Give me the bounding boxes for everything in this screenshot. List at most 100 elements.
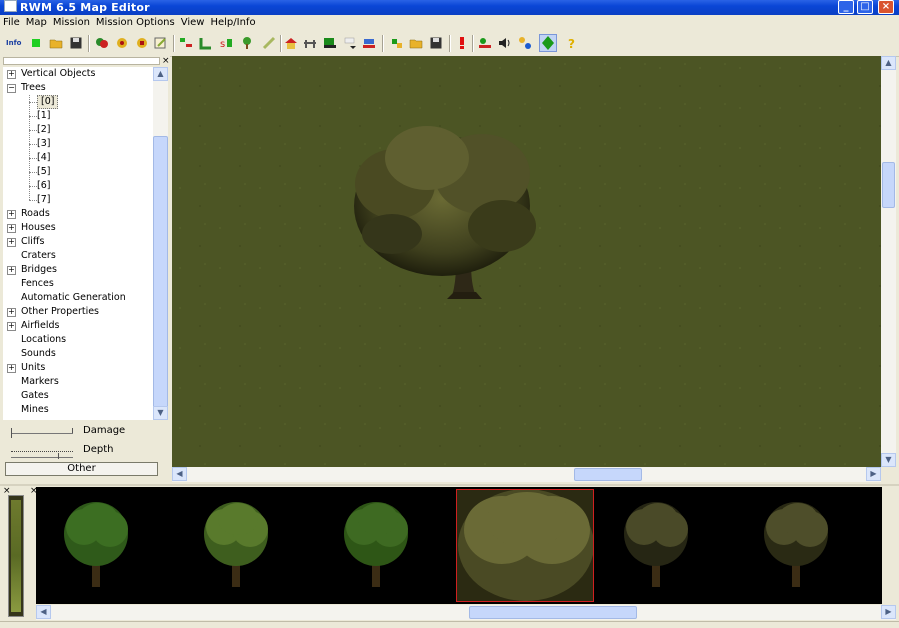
tree-item-category[interactable]: + Vertical Objects [3,67,153,81]
tree-thumbnail[interactable] [596,489,734,602]
scroll-left-button[interactable]: ◀ [36,605,51,619]
scroll-right-button[interactable]: ▶ [866,467,881,481]
tool-icon[interactable] [135,36,149,50]
tool-icon[interactable] [362,36,376,50]
other-button[interactable]: Other [5,462,158,476]
slider-handle[interactable] [11,428,12,438]
collapse-icon[interactable]: − [7,84,16,93]
tree-item-category[interactable]: Locations [3,333,153,347]
tool-icon[interactable] [115,36,129,50]
tree-item-category[interactable]: Mines [3,403,153,417]
open-folder-icon[interactable] [49,36,63,50]
scroll-thumb[interactable] [574,468,642,481]
sound-icon[interactable] [498,36,512,50]
scroll-down-button[interactable]: ▼ [881,453,896,467]
panel-close-icon[interactable]: × [162,56,170,66]
scroll-right-button[interactable]: ▶ [881,605,896,619]
expand-icon[interactable]: + [7,266,16,275]
tree-thumbnail[interactable] [876,489,882,602]
menu-file[interactable]: File [0,15,23,31]
menu-view[interactable]: View [178,15,208,31]
tree-item-tree-variant[interactable]: [1] [3,109,153,123]
dock-divider[interactable] [0,484,899,486]
tree-item-tree-variant[interactable]: [5] [3,165,153,179]
tree-item-category[interactable]: Gates [3,389,153,403]
tree-view[interactable]: + Vertical Objects − Trees [0] [1] [2] [3] [4] [5… [3,67,153,420]
tree-scrollbar[interactable]: ▲ ▼ [153,67,168,420]
tree-item-category[interactable]: Craters [3,249,153,263]
tool-icon[interactable]: s [220,36,234,50]
map-vertical-scrollbar[interactable]: ▲ ▼ [881,56,896,467]
tree-item-category[interactable]: + Houses [3,221,153,235]
fence-icon[interactable] [303,36,317,50]
scroll-up-button[interactable]: ▲ [881,56,896,70]
tool-icon[interactable] [179,36,193,50]
tree-item-category[interactable]: Fences [3,277,153,291]
damage-slider[interactable] [11,425,73,439]
tree-thumbnail[interactable] [316,489,454,602]
tree-item-tree-variant[interactable]: [0] [3,95,153,109]
menu-mission-options[interactable]: Mission Options [93,15,178,31]
expand-icon[interactable]: + [7,322,16,331]
scroll-thumb[interactable] [882,162,895,208]
close-button[interactable]: × [878,0,894,14]
tree-item-category[interactable]: + Other Properties [3,305,153,319]
tool-icon[interactable] [539,34,557,52]
scroll-left-button[interactable]: ◀ [172,467,187,481]
expand-icon[interactable]: + [7,238,16,247]
tool-icon[interactable] [478,36,492,50]
tree-item-category[interactable]: + Cliffs [3,235,153,249]
map-horizontal-scrollbar[interactable]: ◀ ▶ [172,467,881,482]
scroll-thumb[interactable] [469,606,637,619]
menu-map[interactable]: Map [23,15,50,31]
save-icon[interactable] [429,36,443,50]
tree-item-category[interactable]: + Roads [3,207,153,221]
thumbnail-strip[interactable] [36,487,882,604]
tree-item-category[interactable]: + Bridges [3,263,153,277]
open-folder-icon[interactable] [409,36,423,50]
menu-mission[interactable]: Mission [50,15,93,31]
tool-icon[interactable] [95,36,109,50]
panel-splitter[interactable] [3,57,160,65]
tool-icon[interactable] [390,36,404,50]
tree-thumbnail[interactable] [36,489,174,602]
help-icon[interactable]: ? [566,36,580,51]
expand-icon[interactable]: + [7,308,16,317]
expand-icon[interactable]: + [7,224,16,233]
expand-icon[interactable]: + [7,210,16,219]
maximize-button[interactable]: □ [857,0,873,14]
slider-handle[interactable] [58,453,59,459]
scroll-thumb[interactable] [153,136,168,408]
tree-item-tree-variant[interactable]: [3] [3,137,153,151]
tool-icon[interactable] [262,36,276,50]
depth-slider[interactable] [11,445,73,459]
tree-thumbnail[interactable] [736,489,874,602]
tool-icon[interactable] [199,36,213,50]
tree-item-category[interactable]: + Units [3,361,153,375]
tree-item-tree-variant[interactable]: [2] [3,123,153,137]
tool-icon[interactable] [323,36,337,50]
tool-icon[interactable] [518,36,532,50]
tree-item-category[interactable]: Sounds [3,347,153,361]
alert-icon[interactable] [455,36,469,50]
tree-item-category[interactable]: − Trees [3,81,153,95]
tree-thumbnail[interactable] [456,489,594,602]
save-icon[interactable] [69,36,83,50]
expand-icon[interactable]: + [7,70,16,79]
tool-icon[interactable] [154,36,168,50]
tree-item-tree-variant[interactable]: [7] [3,193,153,207]
tree-item-category[interactable]: Markers [3,375,153,389]
info-icon[interactable]: Info [6,36,21,50]
new-icon[interactable] [29,36,43,50]
scroll-down-button[interactable]: ▼ [153,406,168,420]
tree-item-tree-variant[interactable]: [6] [3,179,153,193]
expand-icon[interactable]: + [7,364,16,373]
menu-help-info[interactable]: Help/Info [207,15,258,31]
minimize-button[interactable]: _ [838,0,854,14]
thumbnail-scrollbar[interactable]: ◀ ▶ [36,605,896,620]
house-icon[interactable] [284,36,298,50]
color-palette-bar[interactable] [8,495,24,617]
scroll-up-button[interactable]: ▲ [153,67,168,81]
tool-icon[interactable] [344,36,358,50]
tree-item-tree-variant[interactable]: [4] [3,151,153,165]
